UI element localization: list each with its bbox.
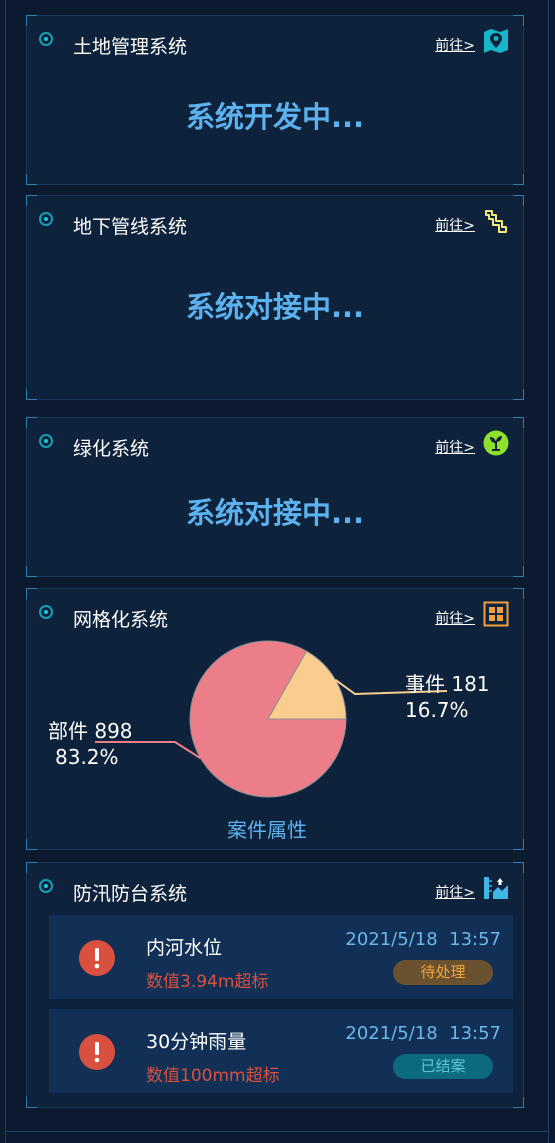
bullet-icon (39, 434, 53, 448)
grid-management-panel: 网格化系统 前往> 事件 181 16.7% 部件 898 83.2% 案件属性 (26, 588, 524, 850)
alert-icon (79, 1034, 115, 1070)
panel-header: 地下管线系统 前往> (27, 196, 523, 252)
underground-pipeline-panel: 地下管线系统 前往> 系统对接中... (26, 195, 524, 400)
pipe-icon[interactable] (483, 208, 509, 234)
land-management-panel: 土地管理系统 前往> 系统开发中... (26, 15, 524, 185)
flood-control-panel: 防汛防台系统 前往> 内河水位 数值3.94m超标 2021/5/18 13:5… (26, 862, 524, 1108)
slice-label-event-percent: 16.7% (405, 698, 469, 722)
alert-icon (79, 940, 115, 976)
panel-header: 土地管理系统 前往> (27, 16, 523, 72)
status-badge[interactable]: 已结案 (393, 1054, 493, 1079)
status-badge[interactable]: 待处理 (393, 960, 493, 985)
frame-left-border (5, 0, 6, 1143)
goto-link[interactable]: 前往> (435, 215, 475, 235)
panel-header: 绿化系统 前往> (27, 418, 523, 474)
bullet-icon (39, 32, 53, 46)
slice-label-event: 事件 181 (405, 672, 490, 696)
panel-title: 土地管理系统 (73, 36, 188, 58)
goto-link[interactable]: 前往> (435, 35, 475, 55)
plant-icon[interactable] (483, 430, 509, 456)
status-message: 系统开发中... (185, 100, 365, 134)
slice-label-part-percent: 83.2% (55, 745, 119, 769)
alarm-item[interactable]: 内河水位 数值3.94m超标 2021/5/18 13:57 待处理 (49, 915, 513, 999)
goto-link[interactable]: 前往> (435, 882, 475, 902)
chart-caption: 案件属性 (227, 818, 307, 842)
frame-right-border (548, 0, 549, 1143)
panel-title: 绿化系统 (73, 438, 150, 460)
greening-panel: 绿化系统 前往> 系统对接中... (26, 417, 524, 577)
bullet-icon (39, 879, 53, 893)
bullet-icon (39, 212, 53, 226)
panel-header: 防汛防台系统 前往> (27, 863, 523, 919)
alarm-name: 30分钟雨量 (146, 1031, 247, 1053)
alarm-name: 内河水位 (146, 937, 223, 959)
case-type-pie-chart: 事件 18116.7% 部件 89883.2% 案件属性 (48, 640, 490, 842)
alarm-detail: 数值3.94m超标 (146, 972, 269, 992)
water-level-icon[interactable] (483, 875, 509, 901)
alarm-time: 2021/5/18 13:57 (345, 929, 501, 950)
alarm-item[interactable]: 30分钟雨量 数值100mm超标 2021/5/18 13:57 已结案 (49, 1009, 513, 1093)
panel-title: 防汛防台系统 (73, 883, 188, 905)
status-message: 系统对接中... (185, 290, 365, 324)
status-message: 系统对接中... (185, 496, 365, 530)
frame-bottom-border (5, 1131, 549, 1132)
goto-link[interactable]: 前往> (435, 437, 475, 457)
slice-label-part: 部件 898 (48, 719, 133, 743)
panel-title: 地下管线系统 (73, 216, 188, 238)
alarm-detail: 数值100mm超标 (146, 1066, 280, 1086)
alarm-time: 2021/5/18 13:57 (345, 1023, 501, 1044)
map-pin-icon[interactable] (483, 28, 509, 54)
